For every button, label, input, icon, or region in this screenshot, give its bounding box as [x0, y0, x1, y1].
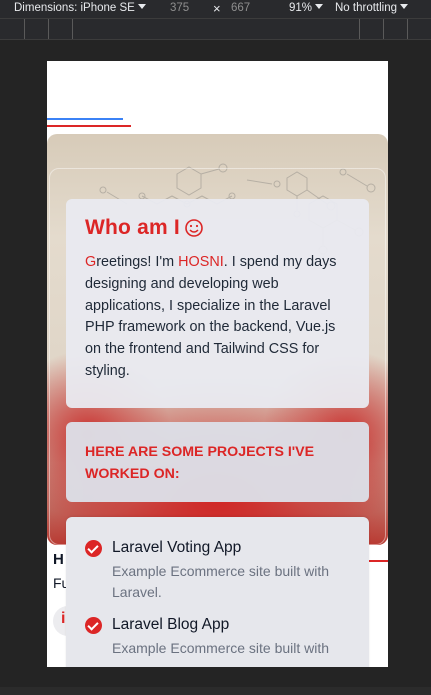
width-input[interactable]: 375: [170, 2, 189, 14]
dimensions-times-icon: ×: [213, 1, 221, 16]
zoom-dropdown[interactable]: 91%: [289, 2, 324, 14]
check-circle-icon: [85, 539, 102, 557]
media-query-ruler: [0, 18, 431, 40]
zoom-label: 91%: [289, 2, 313, 14]
dropcap-letter: G: [85, 254, 97, 270]
intro-text-a: reetings! I'm: [96, 254, 179, 270]
chevron-down-icon: [137, 4, 146, 9]
project-item[interactable]: Laravel Voting App Example Ecommerce sit…: [85, 539, 351, 603]
device-dimensions-label: Dimensions: iPhone SE: [14, 2, 135, 14]
height-input[interactable]: 667: [231, 2, 250, 14]
chevron-down-icon: [315, 4, 324, 9]
project-name[interactable]: Laravel Voting App: [112, 539, 241, 557]
throttling-label: No throttling: [335, 2, 398, 14]
author-name: HOSNI: [178, 254, 224, 270]
chevron-down-icon: [400, 4, 409, 9]
about-title: Who am I: [85, 216, 351, 240]
about-title-text: Who am I: [85, 216, 180, 239]
check-circle-icon: [85, 616, 102, 634]
about-text: Greetings! I'm HOSNI. I spend my days de…: [85, 252, 351, 383]
device-dimensions-dropdown[interactable]: Dimensions: iPhone SE: [14, 2, 146, 14]
smile-icon: [185, 219, 203, 237]
intro-text-b: . I spend my days designing and developi…: [85, 254, 337, 379]
nav-underline-red: [47, 125, 131, 127]
devtools-device-toolbar: Dimensions: iPhone SE 375 × 667 91% No t…: [0, 0, 431, 18]
project-description: Example Ecommerce site built with: [112, 640, 330, 656]
section-heading-partial: H: [53, 551, 64, 568]
devtools-bottom-edge: [0, 687, 431, 695]
nav-underline-blue: [47, 118, 123, 120]
project-name[interactable]: Laravel Blog App: [112, 616, 229, 634]
projects-heading: HERE ARE SOME PROJECTS I'VE WORKED ON:: [85, 444, 315, 482]
throttling-dropdown[interactable]: No throttling: [335, 2, 409, 14]
projects-heading-card: HERE ARE SOME PROJECTS I'VE WORKED ON:: [66, 422, 369, 502]
project-item[interactable]: Laravel Blog App Example Ecommerce site …: [85, 616, 351, 659]
project-description: Example Ecommerce site built with Larave…: [112, 563, 330, 600]
device-viewport: H Fu i Who am I Greetings! I'm HOSNI. I …: [47, 61, 388, 667]
about-card: Who am I Greetings! I'm HOSNI. I spend m…: [66, 199, 369, 408]
projects-list-card: Laravel Voting App Example Ecommerce sit…: [66, 517, 369, 667]
